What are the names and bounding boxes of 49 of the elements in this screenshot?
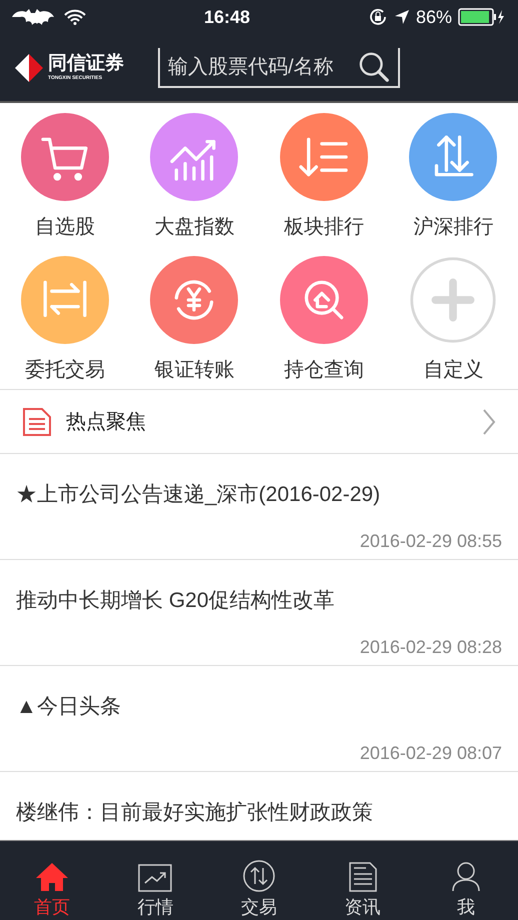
newspaper-icon xyxy=(348,862,377,892)
exchange-icon xyxy=(435,136,474,176)
news-title: 推动中长期增长 G20促结构性改革 xyxy=(16,588,335,614)
chevron-right-icon xyxy=(482,408,496,436)
news-title: 楼继伟：目前最好实施扩张性财政政策 xyxy=(16,800,373,826)
tab-item[interactable]: 首页 xyxy=(0,841,104,920)
shortcut-button[interactable]: 自选股 xyxy=(0,103,130,246)
news-item[interactable]: ▲今日头条 2016-02-29 08:07 xyxy=(0,666,518,772)
logo-icon xyxy=(14,52,44,82)
shortcut-button[interactable]: 委托交易 xyxy=(0,246,130,389)
logo-name: 同信证券 xyxy=(48,54,124,73)
rotation-lock-icon xyxy=(368,7,388,27)
hot-section-header[interactable]: 热点聚焦 xyxy=(0,390,518,454)
tab-item[interactable]: 资讯 xyxy=(310,841,414,920)
shortcut-button[interactable]: 自定义 xyxy=(388,246,518,389)
news-item[interactable]: ★上市公司公告速递_深市(2016-02-29) 2016-02-29 08:55 xyxy=(0,454,518,560)
magnifier-icon xyxy=(304,280,343,320)
news-time: 2016-02-29 08:28 xyxy=(360,636,502,660)
home-icon xyxy=(34,862,69,892)
search-icon[interactable] xyxy=(358,50,390,84)
tab-item[interactable]: 交易 xyxy=(207,841,311,920)
news-title: ▲今日头条 xyxy=(16,694,121,720)
plus-icon xyxy=(432,278,475,322)
tab-item[interactable]: 我 xyxy=(414,841,518,920)
shortcut-button[interactable]: 沪深排行 xyxy=(388,103,518,246)
battery-percent: 86% xyxy=(416,6,452,28)
chart-icon xyxy=(170,140,216,181)
shortcut-button[interactable]: 板块排行 xyxy=(259,103,388,246)
wifi-icon xyxy=(64,9,86,25)
document-icon xyxy=(22,406,52,436)
news-item[interactable]: 推动中长期增长 G20促结构性改革 2016-02-29 08:28 xyxy=(0,560,518,666)
status-time: 16:48 xyxy=(204,6,250,28)
news-title: ★上市公司公告速递_深市(2016-02-29) xyxy=(16,482,380,508)
news-time: 2016-02-29 08:55 xyxy=(360,530,502,554)
exchange-icon xyxy=(242,860,275,892)
transfer-icon xyxy=(43,280,86,318)
location-icon xyxy=(394,9,410,25)
shortcut-button[interactable]: 持仓查询 xyxy=(259,246,388,389)
person-icon xyxy=(452,862,480,892)
search-field[interactable]: 输入股票代码/名称 xyxy=(158,48,400,88)
chart-icon xyxy=(138,864,172,892)
battery-icon xyxy=(458,8,506,26)
shortcut-button[interactable]: 银证转账 xyxy=(130,246,259,389)
shortcut-button[interactable]: 大盘指数 xyxy=(130,103,259,246)
tab-item[interactable]: 行情 xyxy=(104,841,208,920)
yuan-exchange-icon xyxy=(175,280,214,320)
sort-icon xyxy=(299,138,348,176)
cart-icon xyxy=(41,138,88,181)
news-time: 2016-02-29 08:07 xyxy=(360,742,502,766)
